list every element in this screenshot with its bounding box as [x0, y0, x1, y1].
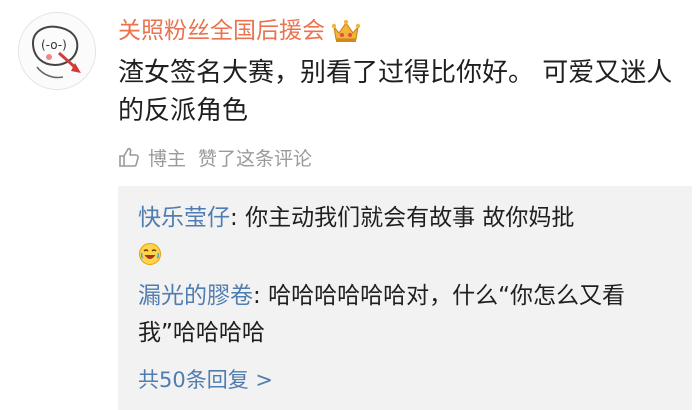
reply-separator: : — [230, 205, 246, 231]
author-role-label: 博主 — [148, 147, 187, 170]
reply-item: 快乐莹仔: 你主动我们就会有故事 故你妈批 — [138, 200, 678, 274]
reply-item: 漏光的膠卷: 哈哈哈哈哈哈对，什么“你怎么又看我”哈哈哈哈 — [138, 278, 678, 352]
replies-panel: 快乐莹仔: 你主动我们就会有故事 故你妈批 漏光的膠卷: 哈哈哈哈哈哈对，什么“… — [118, 186, 692, 410]
comment-text: 渣女签名大赛，别看了过得比你好。 可爱又迷人的反派角色 — [118, 58, 673, 126]
laughing-face-icon — [139, 243, 161, 265]
svg-text:(-o-): (-o-) — [41, 38, 67, 52]
thumb-up-icon — [119, 147, 139, 167]
reply-author-link[interactable]: 快乐莹仔 — [138, 205, 230, 231]
avatar[interactable]: (-o-) — [18, 12, 96, 90]
more-replies-link[interactable]: 共50条回复 > — [138, 364, 273, 396]
author-liked-row: 博主 赞了这条评论 — [118, 143, 312, 171]
reply-author-link[interactable]: 漏光的膠卷 — [138, 283, 253, 309]
crown-icon — [331, 19, 361, 42]
reply-text: 你主动我们就会有故事 故你妈批 — [245, 205, 575, 231]
username-link[interactable]: 关照粉丝全国后援会 — [118, 16, 325, 46]
liked-text: 赞了这条评论 — [198, 147, 313, 170]
comment-header: 关照粉丝全国后援会 — [118, 14, 361, 48]
avatar-drawing-icon: (-o-) — [19, 13, 95, 89]
reply-separator: : — [253, 283, 269, 309]
